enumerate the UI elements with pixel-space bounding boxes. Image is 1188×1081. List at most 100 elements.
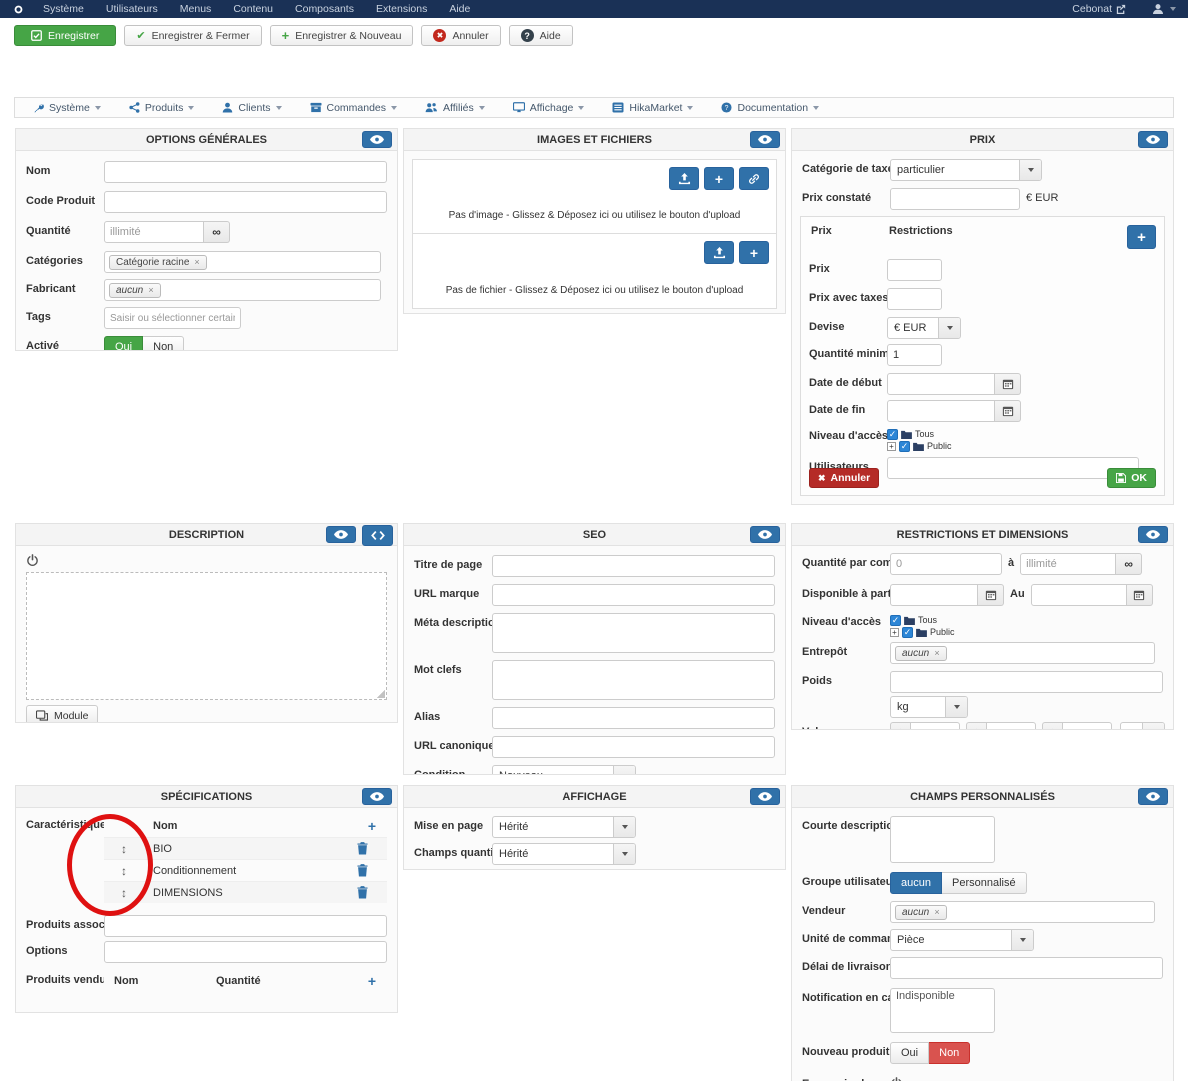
start-date-input[interactable]	[887, 373, 995, 395]
power-toggle-icon[interactable]	[26, 553, 39, 567]
eye-toggle-button[interactable]	[750, 526, 780, 543]
warehouse-tagbox[interactable]: aucun ×	[890, 642, 1155, 664]
calendar-button[interactable]	[1126, 584, 1153, 606]
available-to-input[interactable]	[1030, 584, 1127, 606]
related-products-input[interactable]	[104, 915, 387, 937]
eye-toggle-button[interactable]	[750, 788, 780, 805]
options-input[interactable]	[104, 941, 387, 963]
delivery-delay-input[interactable]	[890, 957, 1163, 979]
cancel-button[interactable]: ✖ Annuler	[421, 25, 501, 46]
nav-documentation[interactable]: ? Documentation	[721, 102, 820, 114]
eye-toggle-button[interactable]	[1138, 788, 1168, 805]
save-new-button[interactable]: + Enregistrer & Nouveau	[269, 25, 414, 46]
price-cancel-button[interactable]: ✖ Annuler	[809, 468, 880, 488]
meta-description-textarea[interactable]	[492, 613, 775, 653]
remove-tag-icon[interactable]: ×	[934, 648, 939, 658]
topbar-menu-utilisateurs[interactable]: Utilisateurs	[106, 3, 158, 15]
eye-toggle-button[interactable]	[326, 526, 356, 543]
volume-y-input[interactable]	[986, 722, 1036, 729]
calendar-button[interactable]	[995, 400, 1021, 422]
yes-button[interactable]: Oui	[890, 1042, 930, 1064]
delete-characteristic-button[interactable]	[357, 886, 387, 899]
nav-systeme[interactable]: Système	[33, 102, 101, 114]
weight-unit-select[interactable]: kg	[890, 696, 968, 718]
save-button[interactable]: Enregistrer	[14, 25, 117, 46]
topbar-menu-contenu[interactable]: Contenu	[233, 3, 273, 15]
delete-characteristic-button[interactable]	[357, 842, 387, 855]
volume-unit-select[interactable]: m	[1120, 722, 1166, 729]
notification-textarea[interactable]: Indisponible	[890, 988, 995, 1033]
currency-select[interactable]: € EUR	[887, 317, 961, 339]
topbar-menu-aide[interactable]: Aide	[449, 3, 470, 15]
remove-tag-icon[interactable]: ×	[194, 257, 199, 267]
calendar-button[interactable]	[995, 373, 1021, 395]
nav-commandes[interactable]: Commandes	[310, 102, 398, 114]
nav-affichage[interactable]: Affichage	[512, 102, 585, 114]
custom-button[interactable]: Personnalisé	[941, 872, 1027, 894]
available-from-input[interactable]	[890, 584, 978, 606]
drag-handle-icon[interactable]: ↕	[104, 864, 144, 878]
infinity-button[interactable]: ∞	[204, 221, 230, 243]
max-order-qty-input[interactable]	[1020, 553, 1117, 575]
remove-tag-icon[interactable]: ×	[148, 285, 153, 295]
drag-handle-icon[interactable]: ↕	[104, 842, 144, 856]
none-button[interactable]: aucun	[890, 872, 942, 894]
price-input[interactable]	[887, 259, 942, 281]
msrp-input[interactable]	[890, 188, 1020, 210]
resize-grip[interactable]	[377, 690, 385, 698]
user-menu[interactable]	[1152, 3, 1176, 15]
topbar-menu-systeme[interactable]: Système	[43, 3, 84, 15]
nav-produits[interactable]: Produits	[129, 102, 195, 114]
alias-input[interactable]	[492, 707, 775, 729]
remove-tag-icon[interactable]: ×	[934, 907, 939, 917]
quantity-input[interactable]	[104, 221, 204, 243]
topbar-menu-menus[interactable]: Menus	[180, 3, 212, 15]
product-name-input[interactable]	[104, 161, 387, 183]
tags-input[interactable]	[104, 307, 241, 329]
delete-characteristic-button[interactable]	[357, 864, 387, 877]
page-title-input[interactable]	[492, 555, 775, 577]
nav-affilies[interactable]: Affiliés	[425, 102, 485, 114]
end-date-input[interactable]	[887, 400, 995, 422]
vendor-tagbox[interactable]: aucun ×	[890, 901, 1155, 923]
condition-select[interactable]: Nouveau	[492, 765, 636, 774]
quantity-field-select[interactable]: Hérité	[492, 843, 636, 865]
nav-clients[interactable]: Clients	[222, 102, 282, 114]
topbar-menu-extensions[interactable]: Extensions	[376, 3, 427, 15]
price-ok-button[interactable]: OK	[1107, 468, 1156, 488]
help-button[interactable]: ? Aide	[508, 25, 573, 46]
infinity-button[interactable]: ∞	[1116, 553, 1143, 575]
link-image-button[interactable]	[739, 167, 769, 190]
short-description-textarea[interactable]	[890, 816, 995, 863]
min-order-qty-input[interactable]	[890, 553, 1002, 575]
description-editor[interactable]	[26, 572, 387, 700]
add-price-button[interactable]: +	[1127, 225, 1156, 249]
tree-expander[interactable]: +	[890, 627, 899, 637]
eye-toggle-button[interactable]	[1138, 526, 1168, 543]
joomla-logo-icon[interactable]	[12, 3, 25, 16]
canonical-url-input[interactable]	[492, 736, 775, 758]
tax-category-select[interactable]: particulier	[890, 159, 1042, 181]
drag-handle-icon[interactable]: ↕	[104, 886, 144, 900]
checkbox-public[interactable]: ✓	[902, 626, 913, 638]
add-image-button[interactable]: +	[704, 167, 734, 190]
manufacturer-tagbox[interactable]: aucun ×	[104, 279, 381, 301]
price-with-tax-input[interactable]	[887, 288, 942, 310]
min-quantity-input[interactable]	[887, 344, 942, 366]
tree-expander[interactable]: +	[887, 441, 896, 451]
keywords-textarea[interactable]	[492, 660, 775, 700]
yes-button[interactable]: Oui	[104, 336, 144, 350]
no-button[interactable]: Non	[929, 1042, 971, 1064]
weight-input[interactable]	[890, 671, 1163, 693]
eye-toggle-button[interactable]	[1138, 131, 1168, 148]
eye-toggle-button[interactable]	[362, 131, 392, 148]
code-view-button[interactable]	[362, 525, 393, 546]
nav-hikamarket[interactable]: HikaMarket	[612, 102, 694, 114]
add-characteristic-button[interactable]: +	[357, 818, 387, 834]
module-button[interactable]: Module	[26, 705, 99, 722]
upload-image-button[interactable]	[669, 167, 699, 190]
save-close-button[interactable]: ✔ Enregistrer & Fermer	[124, 25, 262, 46]
upload-file-button[interactable]	[704, 241, 734, 264]
volume-z-input[interactable]	[1062, 722, 1112, 729]
order-unit-select[interactable]: Pièce	[890, 929, 1034, 951]
